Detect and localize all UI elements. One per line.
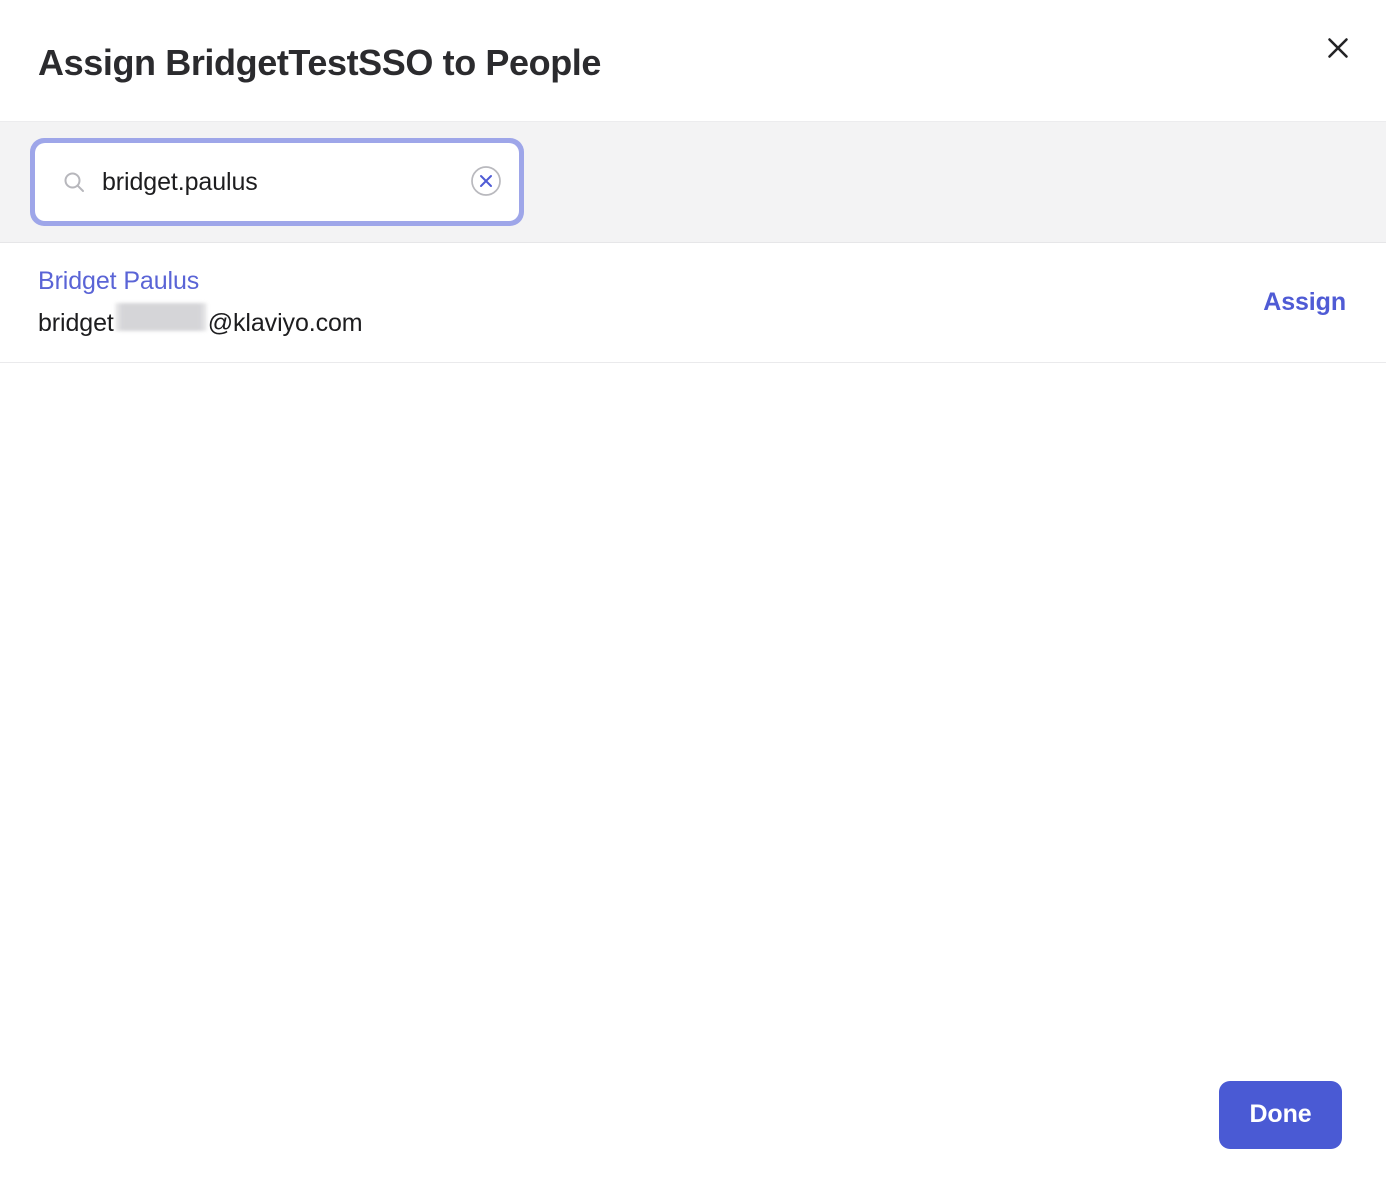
close-icon bbox=[1324, 34, 1352, 62]
search-field[interactable] bbox=[35, 143, 519, 221]
close-button[interactable] bbox=[1316, 26, 1360, 70]
result-email: bridget @klaviyo.com bbox=[38, 303, 363, 338]
modal-footer: Done bbox=[0, 1059, 1386, 1204]
modal-header: Assign BridgetTestSSO to People bbox=[0, 0, 1386, 122]
search-field-focus-ring bbox=[30, 138, 524, 226]
email-prefix: bridget bbox=[38, 310, 114, 338]
search-input[interactable] bbox=[102, 143, 457, 221]
clear-circle-icon bbox=[470, 165, 502, 200]
email-suffix: @klaviyo.com bbox=[208, 310, 363, 338]
assign-people-modal: Assign BridgetTestSSO to People bbox=[0, 0, 1386, 1204]
table-row: Bridget Paulus bridget @klaviyo.com Assi… bbox=[0, 243, 1386, 363]
email-redaction-block bbox=[115, 303, 207, 331]
done-button[interactable]: Done bbox=[1219, 1081, 1342, 1149]
result-name-link[interactable]: Bridget Paulus bbox=[38, 268, 363, 296]
search-icon bbox=[62, 170, 86, 194]
results-list: Bridget Paulus bridget @klaviyo.com Assi… bbox=[0, 243, 1386, 1059]
page-title: Assign BridgetTestSSO to People bbox=[38, 42, 601, 84]
clear-search-button[interactable] bbox=[470, 166, 502, 198]
assign-button[interactable]: Assign bbox=[1263, 288, 1346, 317]
search-strip bbox=[0, 122, 1386, 243]
result-identity: Bridget Paulus bridget @klaviyo.com bbox=[38, 268, 363, 338]
